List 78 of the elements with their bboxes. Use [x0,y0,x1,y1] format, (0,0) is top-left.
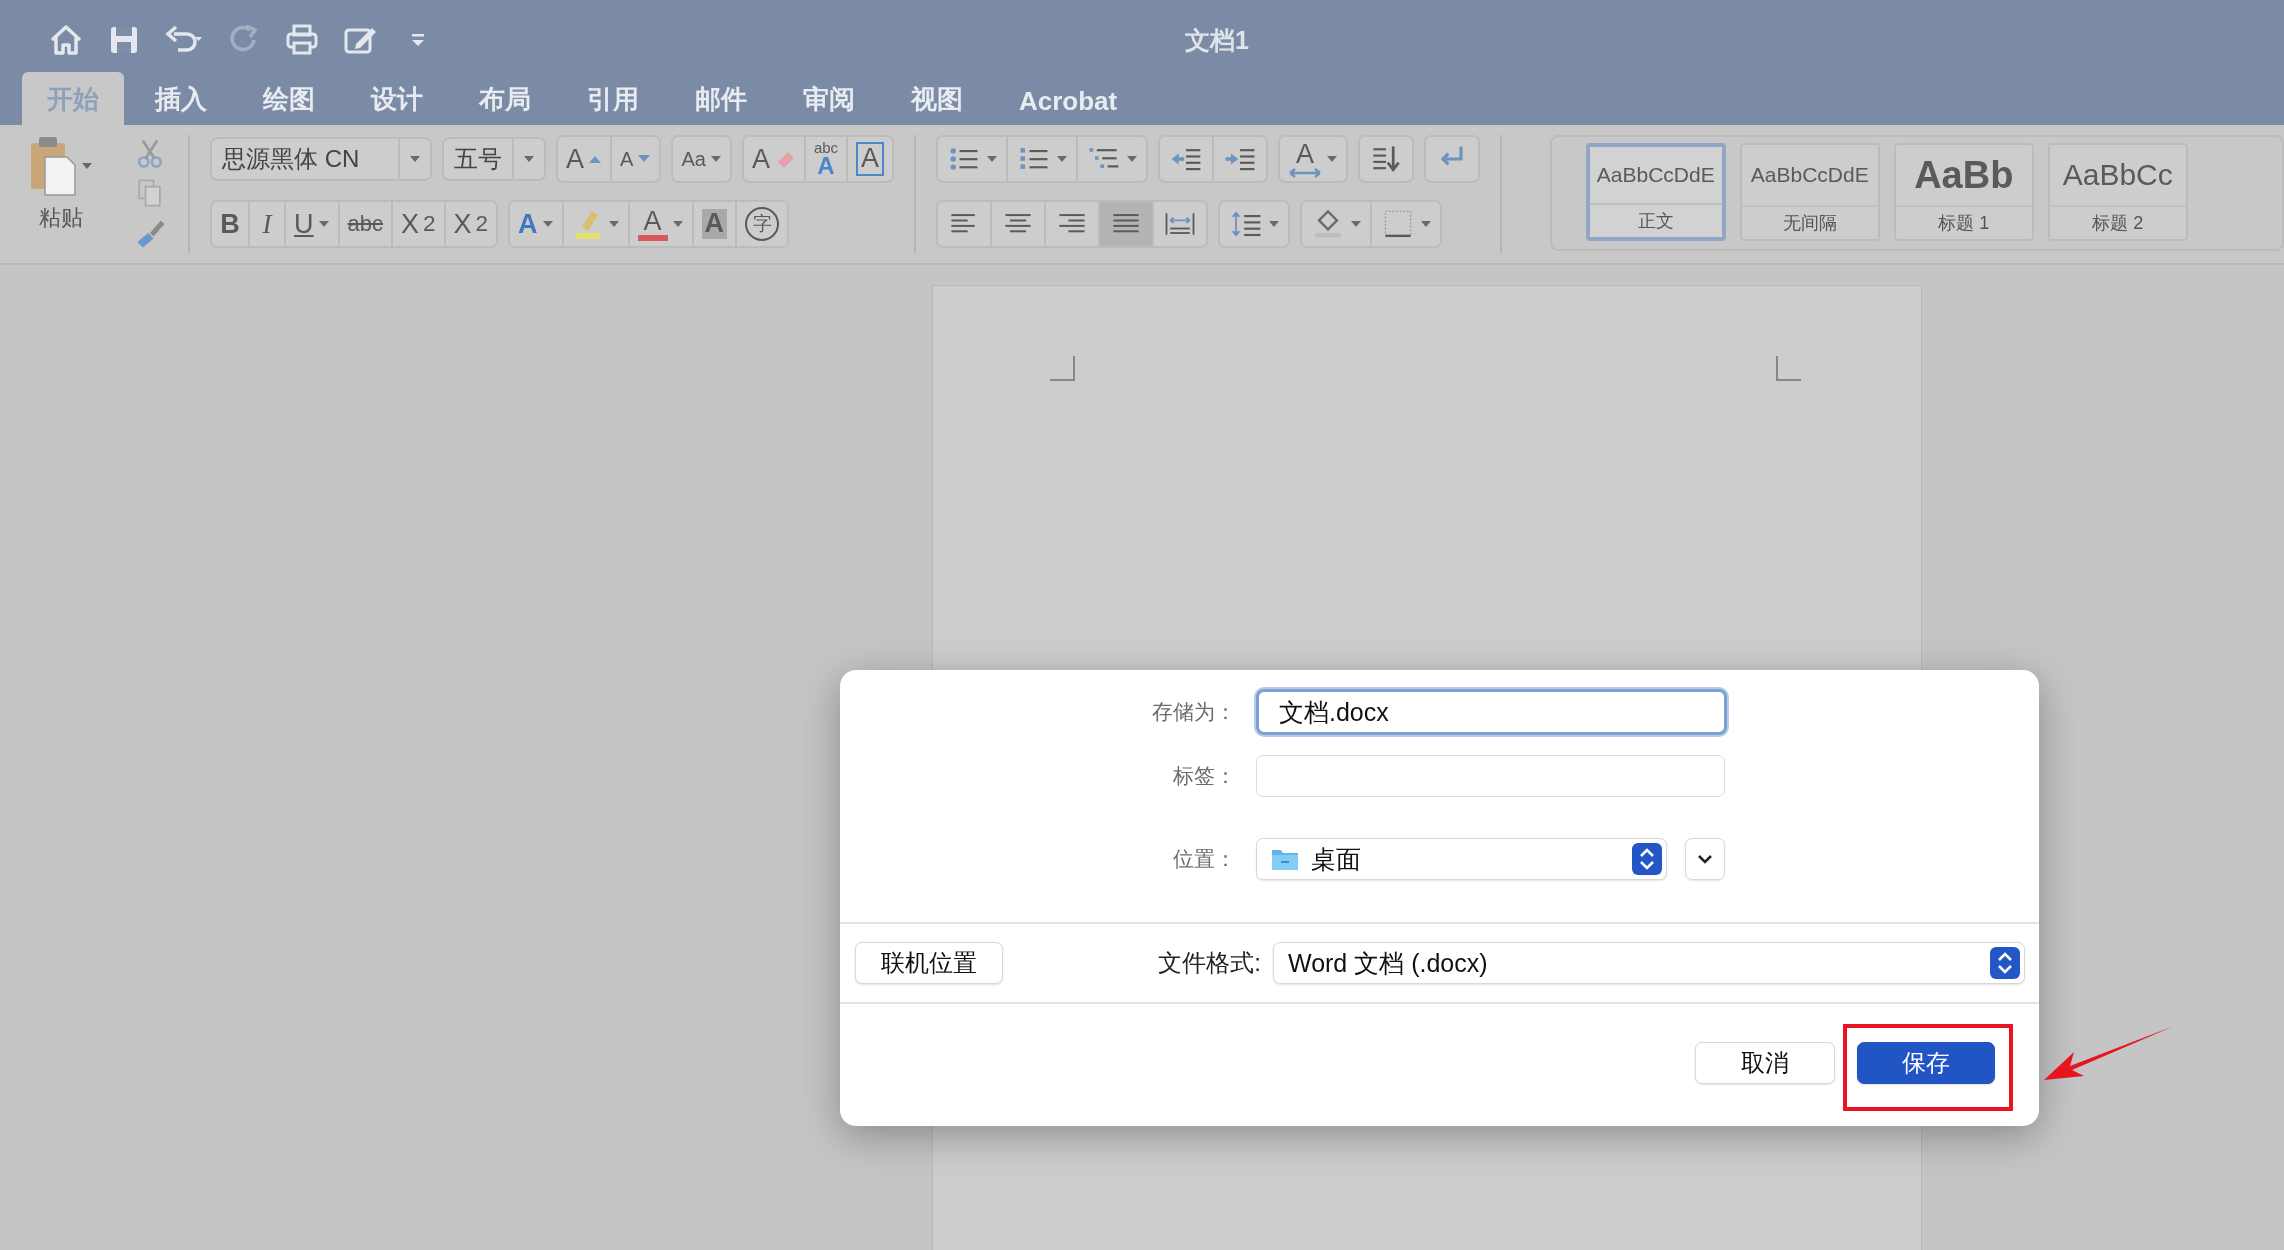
phonetic-guide-button[interactable]: abc A [803,137,847,181]
ribbon-tab[interactable]: 邮件 [670,72,772,125]
cancel-button[interactable]: 取消 [1695,1042,1835,1084]
caret-icon[interactable] [541,219,554,229]
field-label: 存储为： [1151,699,1236,725]
style-card[interactable]: AaBbCcDdE 无间隔 [1739,143,1880,241]
caret-icon[interactable] [1349,219,1362,229]
file-format-dropdown[interactable]: Word 文档 (.docx) [1273,942,2025,984]
caret-icon[interactable] [409,154,422,164]
tags-field[interactable] [1256,755,1725,797]
style-preview: AaBbCcDdE [1595,162,1716,188]
style-preview: AaBb [1913,152,2015,198]
double-arrow-icon [1287,167,1322,178]
online-locations-button[interactable]: 联机位置 [855,942,1003,984]
color-bar-icon [637,234,668,241]
font-name-dropdown[interactable]: 思源黑体 CN [210,137,433,181]
field-label: 标签： [1172,763,1236,789]
underline-button[interactable]: U [284,202,338,246]
chevron-down-icon [1697,854,1713,864]
paste-label[interactable]: 粘贴 [39,203,84,233]
ribbon-tab[interactable]: 视图 [886,72,988,125]
location-dropdown[interactable]: 桌面 [1256,838,1667,880]
character-border-button[interactable]: A [846,137,893,181]
style-name: 标题 1 [1895,205,2032,239]
folder-icon [1271,847,1299,871]
caret-icon[interactable] [671,219,684,229]
style-card[interactable]: AaBbCc 标题 2 [2047,143,2188,241]
style-preview: AaBbCcDdE [1749,162,1870,188]
caret-icon[interactable] [1125,154,1138,164]
text-effects-button[interactable]: A [510,202,562,246]
clear-formatting-button[interactable]: A [743,137,804,181]
expand-button[interactable] [1685,838,1725,880]
ribbon-tab[interactable]: 插入 [130,72,232,125]
stepper-icon [1990,947,2020,979]
ribbon-tab[interactable]: 审阅 [778,72,880,125]
change-case-button[interactable]: Aa [673,137,730,181]
style-name: 无间隔 [1741,205,1878,239]
paste-caret-icon[interactable] [81,161,94,171]
field-label: 文件格式: [1158,948,1261,978]
caret-icon[interactable] [317,219,330,229]
margin-corner-icon [1775,356,1801,382]
down-triangle-icon [637,154,652,164]
text-direction-button[interactable]: A [1279,137,1346,181]
caret-icon[interactable] [1267,219,1280,229]
strikethrough-button[interactable]: abc [337,202,392,246]
font-size-dropdown[interactable]: 五号 [442,137,547,181]
stepper-icon [1632,843,1662,875]
style-card[interactable]: AaBbCcDdE 正文 [1585,143,1726,241]
caret-icon[interactable] [607,219,620,229]
clipboard-icon[interactable] [29,135,78,197]
grow-font-button[interactable]: A [558,137,611,181]
caret-icon[interactable] [1055,154,1068,164]
caret-icon[interactable] [1419,219,1432,229]
style-name: 正文 [1589,203,1722,237]
caret-icon[interactable] [985,154,998,164]
style-card[interactable]: AaBb 标题 1 [1893,143,2034,241]
caret-icon[interactable] [709,154,722,164]
up-triangle-icon [588,154,603,164]
align-button[interactable] [1097,202,1152,246]
caret-icon[interactable] [1325,154,1338,164]
character-shading-button[interactable]: A [691,202,736,246]
margin-corner-icon [1050,356,1076,382]
ribbon-tab[interactable]: 设计 [346,72,448,125]
field-label: 位置： [1172,846,1236,872]
font-color-button[interactable]: A [627,202,692,246]
bold-button[interactable]: B [212,202,249,246]
ribbon-tab[interactable]: 布局 [454,72,556,125]
ribbon-tab[interactable]: Acrobat [994,76,1143,125]
shrink-font-button[interactable]: A [610,137,660,181]
ribbon-tab[interactable]: 绘图 [238,72,340,125]
caret-icon[interactable] [523,154,536,164]
ribbon-tab[interactable]: 引用 [562,72,664,125]
italic-button[interactable]: I [248,202,285,246]
filename-field[interactable]: 文档.docx [1256,689,1727,735]
style-name: 标题 2 [2049,205,2186,239]
save-button[interactable]: 保存 [1857,1042,1995,1084]
style-preview: AaBbCc [2061,157,2174,193]
window-title: 文档1 [1185,25,1249,56]
